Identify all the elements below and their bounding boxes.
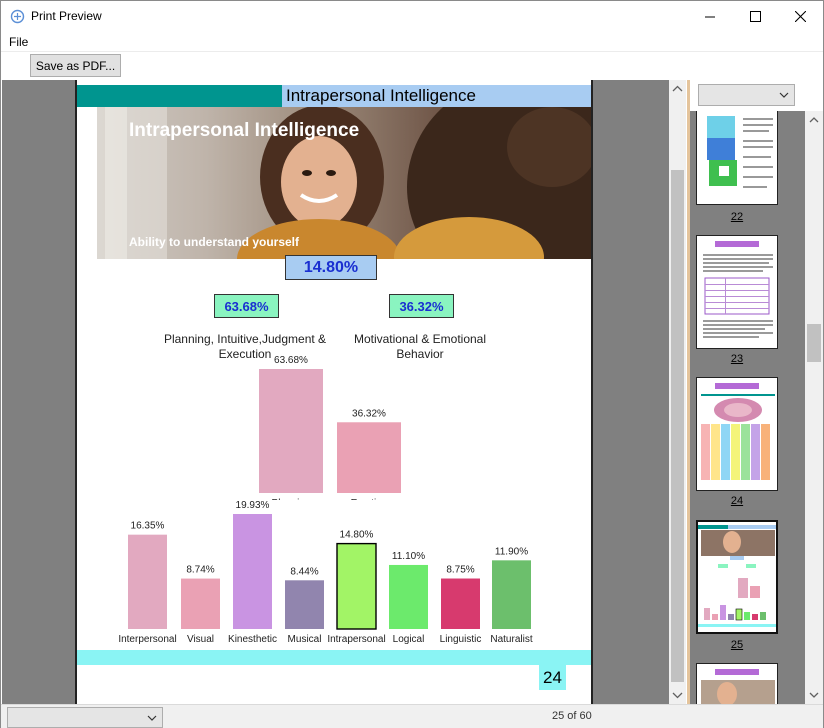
thumbnail-label-25[interactable]: 25 — [696, 639, 778, 651]
page-number: 24 — [539, 665, 566, 690]
thumbnail-label-24[interactable]: 24 — [696, 495, 778, 507]
bar-intrapersonal — [336, 542, 377, 630]
bar-value-label: 36.32% — [352, 408, 386, 419]
thumbnail-panel: 22 23 24 25 — [687, 80, 823, 704]
bar-linguistic — [441, 578, 480, 629]
bar-value-label: 8.75% — [446, 565, 474, 576]
thumbnail-scrollbar[interactable] — [805, 111, 823, 704]
scroll-down-icon[interactable] — [669, 688, 686, 702]
right-percent-badge: 36.32% — [389, 294, 454, 318]
maximize-button[interactable] — [732, 1, 778, 32]
bar-value-label: 63.68% — [274, 355, 308, 366]
bar-category-label: Kinesthetic — [228, 634, 277, 645]
thumbnail-scroll-thumb[interactable] — [807, 324, 821, 362]
bar-kinesthetic — [233, 514, 272, 629]
preview-area: Intrapersonal Intelligence Intrapersonal… — [2, 80, 670, 704]
bar-value-label: 11.90% — [495, 546, 528, 557]
thumbnail-page-25[interactable] — [696, 520, 778, 634]
thumbnail-preview-23 — [703, 241, 773, 338]
window-title: Print Preview — [31, 9, 102, 23]
menu-file[interactable]: File — [9, 35, 28, 49]
thumbnail-strip: 22 23 24 25 — [690, 111, 808, 704]
bar-value-label: 8.74% — [186, 565, 214, 576]
scroll-up-icon[interactable] — [669, 82, 686, 96]
bar-naturalist — [492, 560, 531, 629]
chevron-down-icon — [147, 715, 157, 721]
bar-musical — [285, 580, 324, 629]
page-indicator: 25 of 60 — [552, 710, 592, 722]
hero-title: Intrapersonal Intelligence — [129, 120, 360, 141]
bar-interpersonal — [128, 534, 167, 629]
bar-value-label: 11.10% — [392, 551, 425, 562]
preview-scroll-thumb[interactable] — [671, 170, 684, 682]
thumbnail-page-22[interactable] — [696, 111, 778, 205]
preview-scrollbar[interactable] — [669, 80, 686, 704]
hero-photo: Intrapersonal Intelligence Ability to un… — [97, 107, 591, 259]
chevron-down-icon — [779, 92, 789, 98]
split-bar-chart: 63.68%Planning36.32%Emotion — [259, 355, 401, 500]
hero-subtitle: Ability to understand yourself — [129, 235, 300, 249]
header-teal-band — [77, 85, 282, 107]
title-bar: Print Preview — [1, 1, 823, 32]
bar-category-label: Interpersonal — [118, 634, 176, 645]
thumbnail-preview-25 — [698, 525, 776, 627]
close-icon — [794, 11, 806, 22]
toolbar: Save as PDF... — [1, 51, 823, 79]
minimize-button[interactable] — [687, 1, 733, 32]
scroll-up-icon[interactable] — [805, 113, 823, 127]
thumbnail-label-23[interactable]: 23 — [696, 353, 778, 365]
thumbnail-zoom-select[interactable] — [698, 84, 795, 106]
save-as-pdf-button[interactable]: Save as PDF... — [30, 54, 121, 77]
thumbnail-preview-24 — [701, 383, 775, 480]
bar-category-label: Logical — [393, 634, 425, 645]
bar-category-label: Linguistic — [440, 634, 482, 645]
bar-category-label: Intrapersonal — [327, 634, 385, 645]
bar-value-label: 8.44% — [290, 566, 318, 577]
thumbnail-preview-26 — [701, 669, 775, 704]
preview-page: Intrapersonal Intelligence Intrapersonal… — [75, 80, 593, 704]
bar-value-label: 16.35% — [131, 521, 165, 532]
menu-bar: File — [1, 32, 823, 51]
thumbnail-page-26[interactable] — [696, 663, 778, 704]
bar-planning — [259, 369, 323, 493]
bar-category-label: Visual — [187, 634, 214, 645]
page-header-title: Intrapersonal Intelligence — [286, 86, 476, 105]
thumbnail-label-22[interactable]: 22 — [696, 211, 778, 223]
footer-band — [77, 650, 591, 665]
scroll-down-icon[interactable] — [805, 688, 823, 702]
bar-visual — [181, 578, 220, 629]
close-button[interactable] — [777, 1, 823, 32]
bar-logical — [389, 564, 428, 629]
bar-value-label: 19.93% — [236, 500, 270, 511]
thumbnail-page-23[interactable] — [696, 235, 778, 349]
bar-category-label: Musical — [288, 634, 322, 645]
bar-value-label: 14.80% — [340, 530, 374, 541]
main-percent-badge: 14.80% — [285, 255, 377, 280]
thumbnail-page-24[interactable] — [696, 377, 778, 491]
status-bar: 25 of 60 — [1, 704, 823, 728]
maximize-icon — [749, 11, 761, 22]
left-percent-badge: 63.68% — [214, 294, 279, 318]
minimize-icon — [705, 16, 715, 17]
print-preview-window: Print Preview File Save as PDF... Intrap… — [0, 0, 824, 728]
zoom-select[interactable] — [7, 707, 163, 728]
bar-emotion — [337, 422, 401, 493]
bar-category-label: Naturalist — [490, 634, 532, 645]
thumbnail-preview-22 — [707, 116, 773, 188]
intelligence-bar-chart: 16.35% Interpersonal 8.74% Visual 19.93% Kine… — [118, 500, 533, 645]
app-icon — [10, 9, 25, 24]
